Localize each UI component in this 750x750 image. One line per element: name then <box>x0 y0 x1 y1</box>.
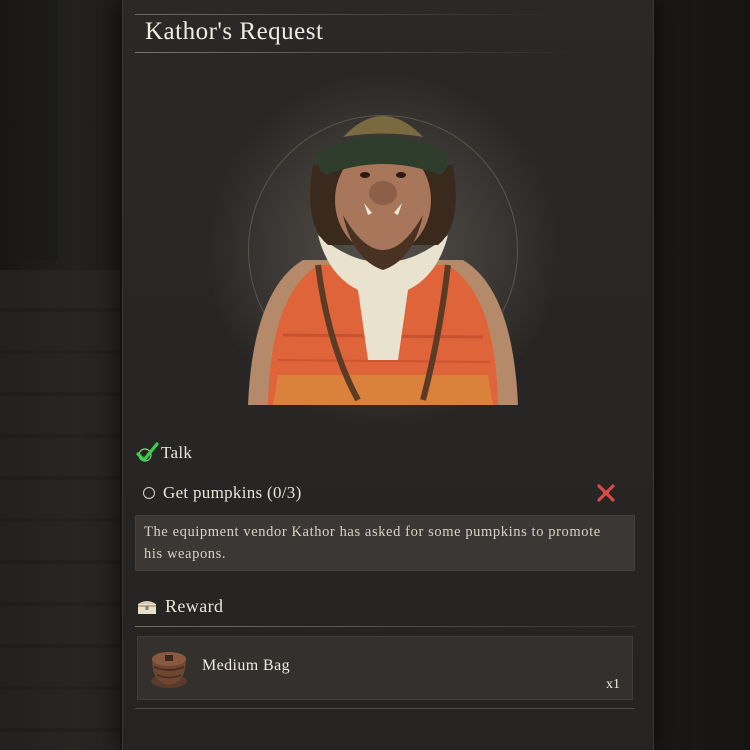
reward-title: Reward <box>165 596 224 616</box>
title-divider-bottom <box>135 52 575 53</box>
reward-header: Reward <box>137 596 223 617</box>
reward-divider <box>135 626 635 627</box>
reward-item-quantity: x1 <box>606 677 620 692</box>
quest-description-box: The equipment vendor Kathor has asked fo… <box>135 515 635 571</box>
reward-item-medium-bag[interactable]: Medium Bag x1 <box>137 636 633 700</box>
check-icon <box>136 442 159 462</box>
quest-description: The equipment vendor Kathor has asked fo… <box>144 524 601 562</box>
quest-panel: Kathor's Request Talk Get pumpkins (0/3)… <box>122 0 654 750</box>
objective-get-pumpkins: Get pumpkins (0/3) <box>135 480 641 506</box>
background-right <box>652 0 750 750</box>
bag-icon <box>151 652 187 688</box>
chest-icon <box>138 600 156 614</box>
objective-talk: Talk <box>135 440 192 466</box>
orc-vendor-portrait <box>248 116 518 405</box>
objective-talk-label: Talk <box>161 443 193 462</box>
background-stone-wall <box>0 270 120 750</box>
cross-icon[interactable] <box>595 482 617 504</box>
objective-pumpkins-label: Get pumpkins (0/3) <box>163 483 302 502</box>
reward-item-name: Medium Bag <box>202 657 290 674</box>
panel-bottom-divider <box>135 708 635 709</box>
title-divider-top <box>135 14 555 15</box>
background-left <box>0 0 125 750</box>
quest-title: Kathor's Request <box>145 18 324 45</box>
npc-portrait <box>208 75 558 425</box>
background-beam <box>18 0 58 260</box>
circle-icon <box>143 487 155 499</box>
